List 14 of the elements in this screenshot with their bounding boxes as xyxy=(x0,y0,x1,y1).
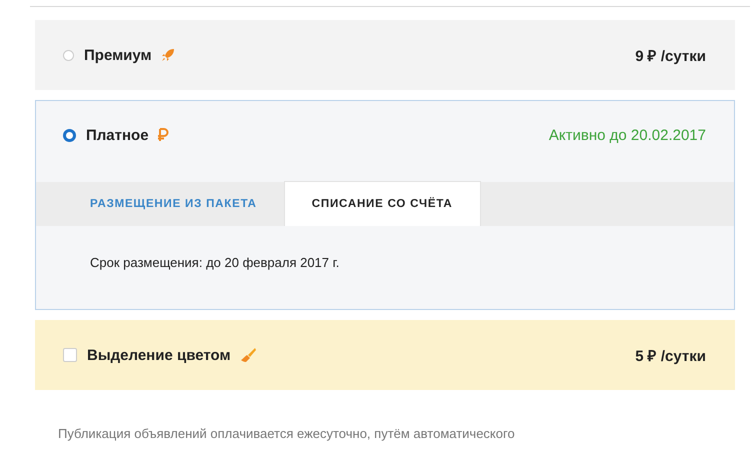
rocket-icon xyxy=(160,47,176,63)
price-text: 9 ₽ /сутки xyxy=(635,47,706,65)
footnote-text: Публикация объявлений оплачивается ежесуточно, путём автоматического xyxy=(58,426,516,441)
status-text: Активно до 20.02.2017 xyxy=(548,126,706,144)
tab[interactable]: СПИСАНИЕ СО СЧЁТА xyxy=(284,181,481,226)
checkbox[interactable] xyxy=(63,348,77,362)
option-label: Премиум xyxy=(84,46,152,64)
price-text: 5 ₽ /сутки xyxy=(635,347,706,365)
radio-button[interactable] xyxy=(63,128,76,142)
brush-icon xyxy=(238,347,257,363)
ruble-icon xyxy=(156,127,169,143)
term-text: Срок размещения: до 20 февраля 2017 г. xyxy=(90,255,340,270)
option-label: Платное xyxy=(86,126,149,144)
option-label: Выделение цветом xyxy=(87,346,231,364)
